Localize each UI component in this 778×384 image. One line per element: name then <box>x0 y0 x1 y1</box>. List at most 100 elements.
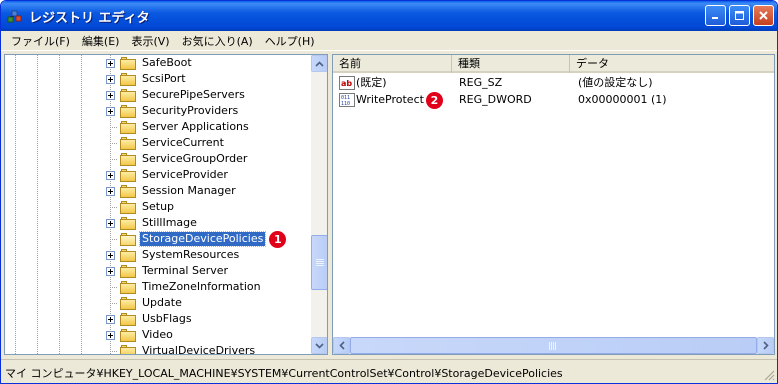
tree-node-label: Update <box>142 296 182 309</box>
list-header: 名前 種類 データ <box>333 55 774 73</box>
scroll-thumb[interactable] <box>311 235 327 290</box>
status-bar: マイ コンピュータ¥HKEY_LOCAL_MACHINE¥SYSTEM¥Curr… <box>1 359 777 383</box>
value-row[interactable]: 011 110 WriteProtect 2 REG_DWORD 0x00000… <box>333 92 774 109</box>
tree-node-label: ServiceProvider <box>142 168 228 181</box>
folder-body <box>120 186 136 198</box>
tree-node-label: SystemResources <box>142 248 240 261</box>
tree-node[interactable]: SystemResources <box>106 247 241 263</box>
expand-plus-icon[interactable] <box>106 218 115 228</box>
value-type: REG_DWORD <box>459 93 532 106</box>
tree-connector <box>106 139 117 148</box>
folder-body <box>120 330 136 342</box>
list-horizontal-scrollbar[interactable] <box>333 337 774 354</box>
tree-node[interactable]: Setup <box>106 199 176 215</box>
maximize-button[interactable] <box>729 5 750 26</box>
grip-line <box>316 261 324 262</box>
title-bar[interactable]: レジストリ エディタ <box>1 1 777 31</box>
menu-view[interactable]: 表示(V) <box>125 33 175 49</box>
grip-line <box>549 342 550 350</box>
tree-node[interactable]: Server Applications <box>106 119 251 135</box>
registry-editor-icon <box>7 10 22 23</box>
close-button[interactable] <box>753 5 774 26</box>
folder-body <box>120 106 136 118</box>
tree-vertical-scrollbar[interactable] <box>311 55 327 354</box>
tree-node[interactable]: TimeZoneInformation <box>106 279 263 295</box>
expand-plus-icon[interactable] <box>106 314 115 324</box>
tree-node-label: TimeZoneInformation <box>142 280 261 293</box>
folder-icon <box>120 280 136 294</box>
tree-node[interactable]: Session Manager <box>106 183 238 199</box>
expand-plus-icon[interactable] <box>106 186 115 196</box>
expand-plus-icon[interactable] <box>106 90 115 100</box>
callout-badge: 2 <box>426 92 443 109</box>
tree-node[interactable]: Video <box>106 327 175 343</box>
expand-plus-icon[interactable] <box>106 330 115 340</box>
scroll-left-button[interactable] <box>333 337 350 354</box>
expand-plus-icon[interactable] <box>106 74 115 84</box>
menu-edit[interactable]: 編集(E) <box>76 33 126 49</box>
minimize-icon <box>712 17 718 19</box>
tree-node[interactable]: VirtualDeviceDrivers <box>106 343 257 354</box>
expand-plus-icon[interactable] <box>106 266 115 276</box>
scroll-up-button[interactable] <box>311 55 327 72</box>
tree-node-label: ServiceGroupOrder <box>142 152 248 165</box>
folder-body <box>120 266 136 278</box>
folder-body <box>120 74 136 86</box>
status-key-path: マイ コンピュータ¥HKEY_LOCAL_MACHINE¥SYSTEM¥Curr… <box>5 367 563 380</box>
expand-plus-icon[interactable] <box>106 58 115 68</box>
folder-body <box>120 138 136 150</box>
expand-plus-icon[interactable] <box>106 170 115 180</box>
tree-node[interactable]: UsbFlags <box>106 311 194 327</box>
tree-node[interactable]: SecurityProviders <box>106 103 240 119</box>
callout-badge: 1 <box>269 230 287 248</box>
resize-grip-icon[interactable] <box>763 369 775 381</box>
scroll-thumb[interactable] <box>350 337 757 354</box>
maximize-icon <box>735 11 744 20</box>
expand-plus-icon[interactable] <box>106 250 115 260</box>
value-name: (既定) <box>356 76 387 89</box>
folder-icon <box>120 296 136 310</box>
svg-text:ab: ab <box>341 79 352 88</box>
column-header-name[interactable]: 名前 <box>333 55 452 73</box>
open-folder-icon <box>120 232 136 246</box>
tree-node-label: Video <box>142 328 173 341</box>
menu-favorites[interactable]: お気に入り(A) <box>176 33 259 49</box>
tree-node[interactable]: ServiceGroupOrder <box>106 151 249 167</box>
tree-node-label: Server Applications <box>142 120 249 133</box>
folder-icon <box>120 312 136 326</box>
tree-node[interactable]: Update <box>106 295 184 311</box>
folder-body <box>120 170 136 182</box>
tree-node[interactable]: SecurePipeServers <box>106 87 247 103</box>
menu-help[interactable]: ヘルプ(H) <box>259 33 321 49</box>
tree-connector <box>106 235 117 244</box>
scroll-right-button[interactable] <box>757 337 774 354</box>
tree-connector <box>106 155 117 164</box>
tree-node-label: StorageDevicePolicies <box>138 231 267 247</box>
menu-file[interactable]: ファイル(F) <box>5 33 76 49</box>
value-type: REG_SZ <box>459 76 503 89</box>
key-tree: SafeBoot ScsiPort SecurePipeServers Securit… <box>5 55 311 354</box>
key-tree-pane[interactable]: SafeBoot ScsiPort SecurePipeServers Securit… <box>4 54 328 355</box>
tree-node[interactable]: StorageDevicePolicies 1 <box>106 230 287 248</box>
tree-node[interactable]: ScsiPort <box>106 71 188 87</box>
tree-node[interactable]: SafeBoot <box>106 55 194 71</box>
tree-node[interactable]: Terminal Server <box>106 263 230 279</box>
chevron-down-icon <box>315 342 324 349</box>
value-row[interactable]: ab (既定) REG_SZ (値の設定なし) <box>333 75 774 91</box>
folder-body <box>120 314 136 326</box>
tree-node[interactable]: StillImage <box>106 215 199 231</box>
value-list-pane[interactable]: 名前 種類 データ ab (既定) REG_SZ (値の設定なし) 011 11… <box>332 54 775 355</box>
grip-line <box>551 342 552 350</box>
scroll-down-button[interactable] <box>311 337 327 354</box>
folder-body <box>120 122 136 134</box>
tree-node[interactable]: ServiceProvider <box>106 167 230 183</box>
column-header-type[interactable]: 種類 <box>452 55 570 73</box>
tree-node[interactable]: ServiceCurrent <box>106 135 226 151</box>
folder-icon <box>120 120 136 134</box>
minimize-button[interactable] <box>705 5 726 26</box>
folder-icon <box>120 200 136 214</box>
registry-editor-window: レジストリ エディタ ファイル(F) 編集(E) 表示(V) お気に入り(A) … <box>0 0 778 384</box>
expand-plus-icon[interactable] <box>106 106 115 116</box>
window-title: レジストリ エディタ <box>29 11 150 26</box>
column-header-data[interactable]: データ <box>570 55 774 73</box>
